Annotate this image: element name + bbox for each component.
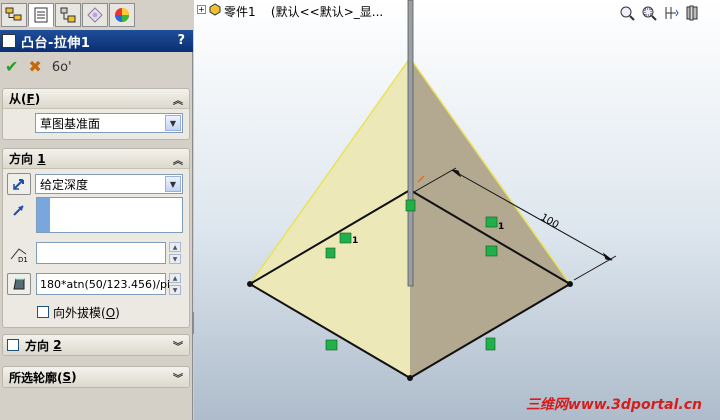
tab-dimxpert-manager[interactable] <box>82 3 108 27</box>
chevron-down-icon[interactable]: ▼ <box>165 115 181 131</box>
collapse-up-icon[interactable]: ︽ <box>173 152 183 167</box>
reverse-direction-button[interactable] <box>7 173 31 195</box>
tab-display-manager[interactable] <box>109 3 135 27</box>
vertex-right[interactable] <box>567 281 573 287</box>
feature-title: 凸台-拉伸1 <box>21 35 91 51</box>
direction-vector-selection-box[interactable] <box>36 197 183 233</box>
direction1-header[interactable]: 方向 1 ︽ <box>3 149 189 169</box>
draft-toggle-button[interactable] <box>7 273 31 295</box>
extrude-icon <box>2 34 16 48</box>
dimension-value[interactable]: 100 <box>539 212 561 231</box>
configuration-icon <box>60 7 76 23</box>
depth-icon: D1 <box>7 243 31 265</box>
property-manager-panel: 凸台-拉伸1 ? ✔ ✖ 6o' 从(F) ︽ 草图基准面 ▼ 方向 1 ︽ 给… <box>0 0 193 420</box>
svg-text:D1: D1 <box>18 256 28 263</box>
help-button[interactable]: ? <box>177 33 185 48</box>
draft-outward-text: 向外拔模( <box>53 306 106 320</box>
vertex-front[interactable] <box>407 375 413 381</box>
from-group-key: F <box>26 91 35 106</box>
manager-tabs <box>0 0 193 30</box>
draft-angle-input[interactable]: 180*atn(50/123.456)/pi <box>36 273 170 295</box>
vertical-relation-icon[interactable] <box>405 199 416 212</box>
from-select[interactable]: 草图基准面 ▼ <box>35 113 183 133</box>
horizontal-relation-icon[interactable] <box>325 247 336 259</box>
tab-feature-manager[interactable] <box>1 3 27 27</box>
draft-angle-spinner[interactable]: ▲ ▼ <box>169 273 181 295</box>
collapse-up-icon[interactable]: ︽ <box>173 92 183 107</box>
from-group: 从(F) ︽ 草图基准面 ▼ <box>2 88 190 140</box>
watermark: 三维网www.3dportal.cn <box>525 397 702 413</box>
draft-icon <box>13 278 25 290</box>
from-group-title: 从 <box>9 92 22 106</box>
direction2-checkbox[interactable] <box>7 339 19 351</box>
draft-outward-key: O <box>105 306 116 320</box>
from-select-value: 草图基准面 <box>40 116 101 131</box>
tab-property-manager[interactable] <box>28 3 54 27</box>
relation-count-label: 1 <box>498 222 504 232</box>
draft-outward-label: 向外拔模(O) <box>53 304 120 321</box>
reverse-direction-icon <box>13 179 24 190</box>
horizontal-relation-icon[interactable] <box>325 339 338 351</box>
draft-outward-checkbox[interactable] <box>37 306 49 318</box>
direction1-index: 1 <box>37 151 46 166</box>
direction1-title: 方向 <box>9 152 34 166</box>
chevron-down-icon[interactable]: ▼ <box>165 176 181 192</box>
direction2-header[interactable]: 方向 2 ︾ <box>3 335 189 355</box>
horizontal-relation-icon[interactable] <box>485 245 498 257</box>
relation-count-label: 1 <box>352 236 358 246</box>
end-condition-select[interactable]: 给定深度 ▼ <box>35 174 183 194</box>
tab-configuration-manager[interactable] <box>55 3 81 27</box>
draft-outward-close: ) <box>115 306 120 320</box>
color-wheel-icon <box>115 8 129 22</box>
selected-contours-group: 所选轮廓(S) ︾ <box>2 366 190 388</box>
graphics-area[interactable]: + 零件1 (默认<<默认>_显... 100 1 1 三维网www.3dpor… <box>194 0 720 420</box>
dimxpert-icon <box>87 7 103 23</box>
cancel-button[interactable]: ✖ <box>28 59 41 75</box>
vertical-relation-icon[interactable] <box>485 337 496 351</box>
feature-tree-icon <box>5 7 22 21</box>
feature-header: 凸台-拉伸1 ? <box>0 30 193 52</box>
selection-highlight <box>37 198 50 232</box>
property-manager-icon <box>34 7 48 23</box>
selected-contours-title: 所选轮廓( <box>9 370 63 385</box>
expand-down-icon[interactable]: ︾ <box>173 370 183 385</box>
end-condition-value: 给定深度 <box>40 177 89 192</box>
direction2-index: 2 <box>53 338 62 352</box>
parallel-relation-icon[interactable] <box>339 232 352 244</box>
detailed-preview-button[interactable]: 6o' <box>52 61 72 74</box>
from-group-header[interactable]: 从(F) ︽ <box>3 89 189 109</box>
selected-contours-close: ) <box>71 370 77 384</box>
selected-contours-header[interactable]: 所选轮廓(S) ︾ <box>3 367 189 387</box>
parallel-relation-icon[interactable] <box>485 216 498 228</box>
direction2-title: 方向 <box>25 338 50 353</box>
vertex-left[interactable] <box>247 281 253 287</box>
selected-contours-key: S <box>62 370 72 384</box>
extrude-direction-handle[interactable] <box>407 0 414 287</box>
direction-vector-icon <box>7 199 31 221</box>
depth-spinner[interactable]: ▲ ▼ <box>169 242 181 264</box>
model-view: 100 1 1 <box>247 0 617 381</box>
direction1-group: 方向 1 ︽ 给定深度 ▼ D1 ▲ ▼ 180*atn(50/123.456)/… <box>2 148 190 328</box>
direction2-group: 方向 2 ︾ <box>2 334 190 356</box>
confirm-row: ✔ ✖ 6o' <box>0 56 193 78</box>
ok-button[interactable]: ✔ <box>5 59 18 75</box>
expand-down-icon[interactable]: ︾ <box>173 338 183 353</box>
depth-input[interactable] <box>36 242 166 264</box>
